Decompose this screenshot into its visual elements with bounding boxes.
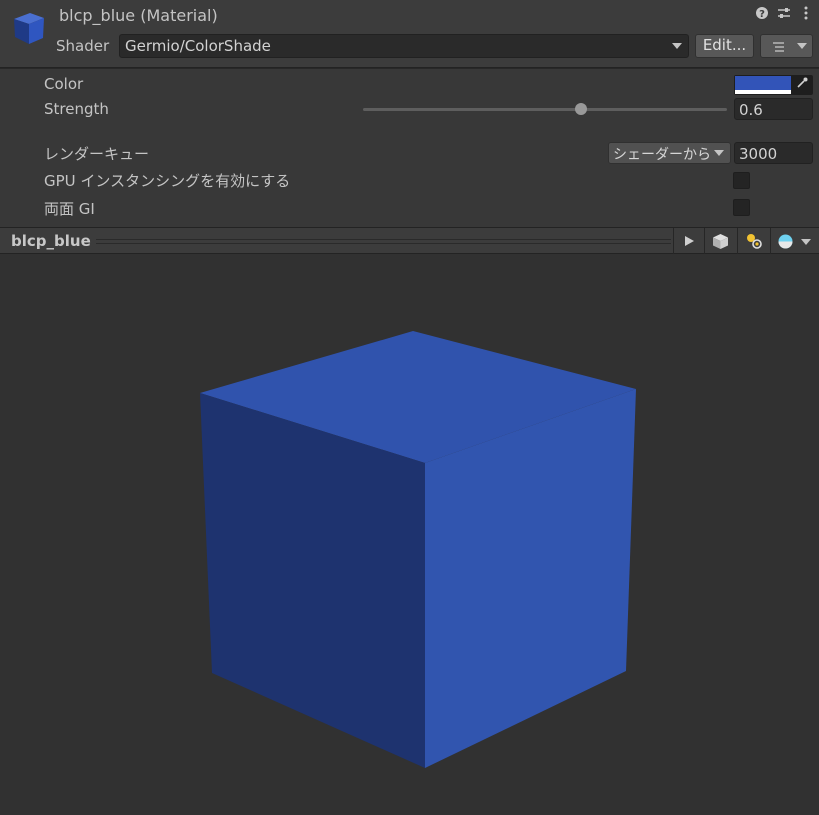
render-queue-label: レンダーキュー: [44, 145, 150, 163]
chevron-down-icon: [714, 150, 724, 156]
color-alpha-bar: [735, 90, 791, 94]
material-properties: Color Strength 0.6 レンダーキュー シェーダーから 3000 …: [0, 69, 819, 227]
color-field[interactable]: [734, 75, 813, 95]
eyedropper-icon[interactable]: [793, 77, 811, 93]
color-label: Color: [44, 75, 84, 93]
preset-icon[interactable]: [777, 6, 791, 24]
play-icon: [685, 236, 694, 246]
double-sided-gi-checkbox[interactable]: [733, 199, 750, 216]
material-preview[interactable]: [0, 254, 819, 815]
color-swatch[interactable]: [735, 76, 791, 90]
strength-slider-track[interactable]: [363, 108, 727, 111]
strength-input[interactable]: 0.6: [734, 98, 813, 120]
gpu-instancing-checkbox[interactable]: [733, 172, 750, 189]
sphere-icon: [778, 234, 793, 249]
mesh-button[interactable]: [704, 228, 736, 254]
header-icons: ?: [755, 6, 813, 24]
preview-toolbar: blcp_blue: [0, 227, 819, 254]
more-icon[interactable]: [799, 6, 813, 24]
preview-cube: [200, 331, 636, 768]
render-queue-input[interactable]: 3000: [734, 142, 813, 164]
shader-dropdown[interactable]: Germio/ColorShade: [119, 34, 689, 58]
chevron-down-icon: [672, 43, 682, 49]
render-queue-option: シェーダーから: [613, 147, 711, 163]
material-icon: [14, 13, 44, 44]
help-icon[interactable]: ?: [755, 6, 769, 24]
edit-shader-button[interactable]: Edit...: [695, 34, 754, 58]
render-queue-dropdown[interactable]: シェーダーから: [608, 142, 731, 164]
list-menu-icon: [773, 42, 784, 52]
light-icon: [747, 234, 762, 249]
cube-mesh-icon: [713, 234, 728, 249]
shader-value: Germio/ColorShade: [125, 37, 271, 55]
inspector-header: blcp_blue (Material) ? Shader Germio/Col…: [0, 0, 819, 68]
gpu-instancing-label: GPU インスタンシングを有効にする: [44, 172, 291, 190]
svg-text:?: ?: [759, 9, 765, 20]
chevron-down-icon: [801, 239, 811, 245]
preview-title: blcp_blue: [11, 232, 91, 250]
play-button[interactable]: [673, 228, 703, 254]
light-button[interactable]: [737, 228, 769, 254]
double-sided-gi-label: 両面 GI: [44, 200, 95, 218]
shader-menu-button[interactable]: [760, 34, 813, 58]
shader-label: Shader: [56, 37, 110, 55]
strength-label: Strength: [44, 100, 109, 118]
chevron-down-icon: [797, 43, 807, 49]
preview-shape-button[interactable]: [770, 228, 819, 254]
material-title: blcp_blue (Material): [59, 6, 218, 25]
resize-grip[interactable]: [96, 239, 671, 244]
strength-slider-thumb[interactable]: [575, 103, 588, 115]
